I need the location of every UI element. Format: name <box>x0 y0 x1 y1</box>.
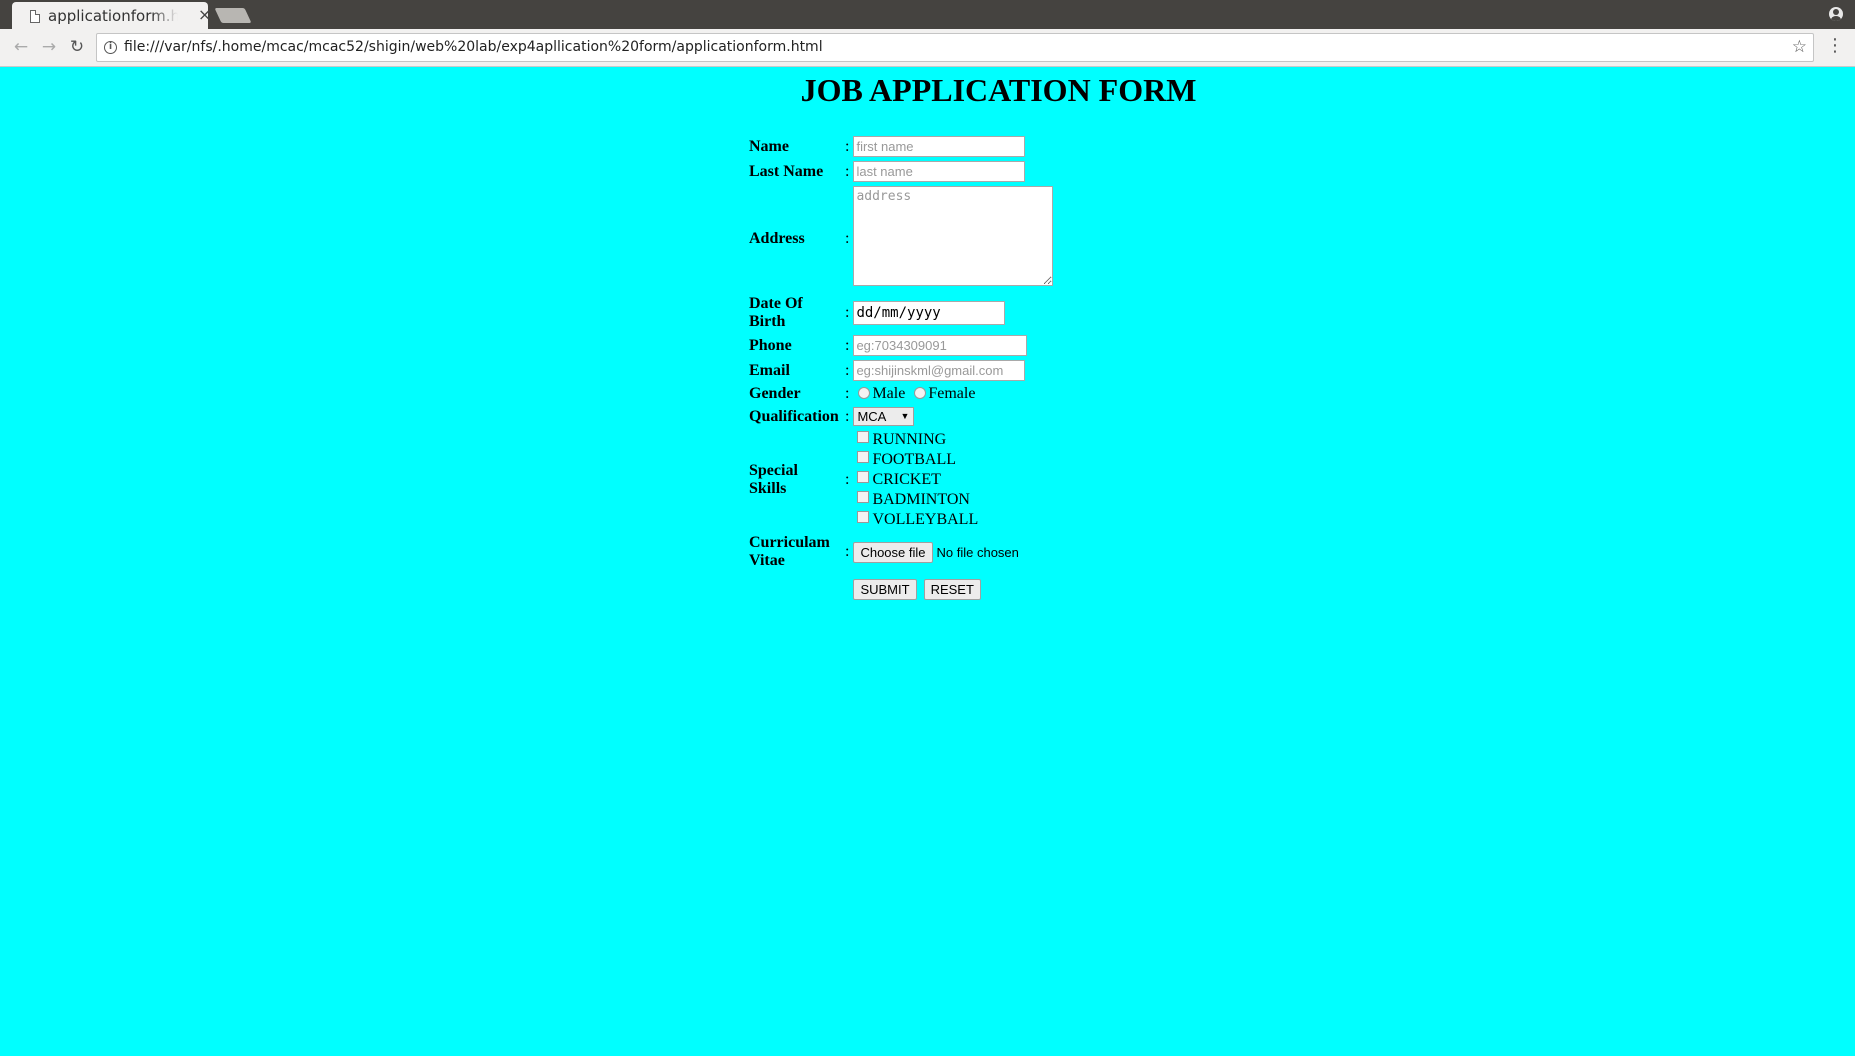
qualification-selected-value: MCA <box>857 409 887 424</box>
gender-male-label: Male <box>872 385 906 402</box>
gender-female-radio[interactable] <box>914 387 927 399</box>
colon: : <box>845 543 850 560</box>
submit-button[interactable]: SUBMIT <box>853 579 917 600</box>
name-label: Name <box>749 137 789 155</box>
skills-label-line1: Special <box>749 462 798 479</box>
dob-label-line1: Date Of <box>749 295 803 312</box>
dob-label-line2: Birth <box>749 313 786 330</box>
profile-icon[interactable] <box>1829 7 1843 21</box>
url-text[interactable]: file:///var/nfs/.home/mcac/mcac52/shigin… <box>124 39 823 55</box>
reload-icon[interactable]: ↻ <box>65 35 89 59</box>
dob-row: Date Of Birth : dd/mm/yyyy <box>748 294 1054 332</box>
tab-title: applicationform.html <box>48 7 178 25</box>
skills-options: RUNNING FOOTBALL CRICKET BADMINTON VOLLE… <box>852 429 1054 531</box>
gender-options: Male Female <box>852 384 1054 404</box>
bookmark-star-icon[interactable]: ☆ <box>1792 37 1807 57</box>
gender-label: Gender <box>749 385 801 402</box>
phone-label: Phone <box>749 336 792 354</box>
back-arrow-icon[interactable]: ← <box>9 35 33 59</box>
colon: : <box>845 385 850 402</box>
colon: : <box>845 407 850 425</box>
address-bar[interactable]: i file:///var/nfs/.home/mcac/mcac52/shig… <box>96 33 1814 62</box>
actions-row: SUBMIT RESET <box>748 573 1054 601</box>
colon: : <box>845 471 850 488</box>
browser-tab-strip: applicationform.html × <box>0 0 1855 29</box>
browser-menu-icon[interactable]: ⋮ <box>1826 37 1844 57</box>
reset-button[interactable]: RESET <box>923 579 981 600</box>
skill-football-checkbox[interactable] <box>857 451 870 463</box>
colon: : <box>845 336 850 354</box>
skill-badminton-checkbox[interactable] <box>857 491 870 503</box>
close-tab-icon[interactable]: × <box>198 5 211 24</box>
skills-label-line2: Skills <box>749 480 787 497</box>
cv-label: Curriculam Vitae <box>748 533 842 571</box>
email-label: Email <box>749 361 790 379</box>
phone-input[interactable] <box>853 335 1028 356</box>
cv-label-line2: Vitae <box>749 552 785 569</box>
gender-female-label: Female <box>928 385 976 402</box>
email-row: Email : <box>748 359 1054 382</box>
skill-running-label: RUNNING <box>872 431 947 448</box>
skill-option: FOOTBALL <box>853 450 1053 470</box>
skill-option: CRICKET <box>853 470 1053 490</box>
page-title: JOB APPLICATION FORM <box>800 72 1197 108</box>
gender-male-radio[interactable] <box>858 387 871 399</box>
info-icon[interactable]: i <box>104 41 117 54</box>
forward-arrow-icon[interactable]: → <box>37 35 61 59</box>
gender-row: Gender : Male Female <box>748 384 1054 404</box>
skill-cricket-checkbox[interactable] <box>857 471 870 483</box>
cv-row: Curriculam Vitae : Choose file No file cho… <box>748 533 1054 571</box>
file-status-text: No file chosen <box>936 544 1019 560</box>
colon: : <box>845 304 850 321</box>
address-row: Address : <box>748 185 1054 292</box>
last-name-input[interactable] <box>853 161 1026 182</box>
page-title-wrapper: JOB APPLICATION FORM <box>0 72 1855 109</box>
colon: : <box>845 229 850 247</box>
last-name-label: Last Name <box>749 162 824 180</box>
name-row: Name : <box>748 135 1054 158</box>
choose-file-button[interactable]: Choose file <box>853 541 933 563</box>
colon: : <box>845 137 850 155</box>
skill-option: VOLLEYBALL <box>853 510 1053 530</box>
skill-running-checkbox[interactable] <box>857 431 870 443</box>
last-name-row: Last Name : <box>748 160 1054 183</box>
email-input[interactable] <box>853 360 1026 381</box>
skills-row: Special Skills : RUNNING FOOTBALL CRICKET… <box>748 429 1054 531</box>
qualification-label: Qualification <box>749 407 839 425</box>
skill-volleyball-checkbox[interactable] <box>857 511 870 523</box>
skills-label: Special Skills <box>748 429 842 531</box>
qualification-row: Qualification : MCA ▼ <box>748 406 1054 427</box>
skill-football-label: FOOTBALL <box>872 451 957 468</box>
document-icon <box>30 10 40 23</box>
browser-toolbar: ← → ↻ i file:///var/nfs/.home/mcac/mcac5… <box>0 29 1855 67</box>
dob-date-input[interactable]: dd/mm/yyyy <box>853 301 1006 325</box>
address-label: Address <box>749 229 805 247</box>
qualification-select[interactable]: MCA ▼ <box>853 407 915 426</box>
dob-label: Date Of Birth <box>748 294 842 332</box>
first-name-input[interactable] <box>853 136 1026 157</box>
skill-cricket-label: CRICKET <box>872 471 941 488</box>
dropdown-caret-icon: ▼ <box>900 411 910 421</box>
skill-badminton-label: BADMINTON <box>872 491 970 508</box>
skill-volleyball-label: VOLLEYBALL <box>872 511 979 528</box>
cv-label-line1: Curriculam <box>749 534 830 551</box>
skill-option: BADMINTON <box>853 490 1053 510</box>
new-tab-button[interactable] <box>214 8 252 23</box>
colon: : <box>845 162 850 180</box>
application-form: Name : Last Name : Address : Date OfBirt… <box>746 133 1056 603</box>
browser-tab[interactable]: applicationform.html × <box>12 2 211 29</box>
phone-row: Phone : <box>748 334 1054 357</box>
skill-option: RUNNING <box>853 430 1053 450</box>
address-textarea[interactable] <box>853 186 1054 286</box>
colon: : <box>845 361 850 379</box>
